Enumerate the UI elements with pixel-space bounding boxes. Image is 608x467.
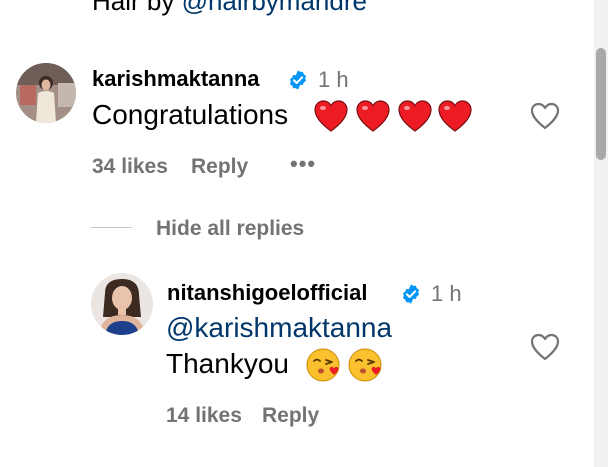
avatar-nitanshigoelofficial[interactable] <box>91 273 153 335</box>
reply-reply-button[interactable]: Reply <box>262 403 319 429</box>
caption-prefix: Hair by <box>92 0 182 16</box>
hide-all-replies-button[interactable]: Hide all replies <box>156 216 304 242</box>
avatar-karishmaktanna[interactable] <box>16 63 76 123</box>
red-heart-icon <box>398 100 432 132</box>
verified-badge-icon <box>400 283 422 305</box>
caption-mention-link[interactable]: @hairbymandre <box>182 0 367 16</box>
comment-like-heart-icon[interactable] <box>530 102 560 135</box>
scrollbar-thumb[interactable] <box>596 48 606 160</box>
reply-text: Thankyou <box>166 348 289 379</box>
caption-text: Hair by @hairbymandre <box>92 0 367 16</box>
comment-username[interactable]: karishmaktanna <box>92 66 260 92</box>
reply-like-count[interactable]: 14 likes <box>166 403 242 429</box>
replies-divider-line <box>91 227 132 228</box>
comment-reply-button[interactable]: Reply <box>191 154 248 180</box>
comment-timestamp[interactable]: 1 h <box>318 67 349 93</box>
red-heart-icon <box>438 100 472 132</box>
red-heart-icon <box>314 100 348 132</box>
avatar-image <box>91 273 153 335</box>
face-blowing-kiss-icon <box>348 348 382 382</box>
comment-more-options-icon[interactable]: ••• <box>290 153 316 175</box>
red-heart-emoji-row <box>314 100 474 134</box>
comment-like-count[interactable]: 34 likes <box>92 154 168 180</box>
reply-like-heart-icon[interactable] <box>530 333 560 366</box>
face-blowing-kiss-icon <box>306 348 340 382</box>
comment-text: Congratulations <box>92 99 289 130</box>
avatar-image <box>16 63 76 123</box>
reply-mention-link[interactable]: @karishmaktanna <box>166 311 392 345</box>
reply-body: Thankyou <box>166 347 289 381</box>
reply-username[interactable]: nitanshigoelofficial <box>167 280 367 306</box>
kissing-face-emoji-row <box>306 347 386 383</box>
verified-badge-icon <box>287 69 309 91</box>
comment-body: Congratulations <box>92 98 288 132</box>
red-heart-icon <box>356 100 390 132</box>
reply-timestamp[interactable]: 1 h <box>431 281 462 307</box>
